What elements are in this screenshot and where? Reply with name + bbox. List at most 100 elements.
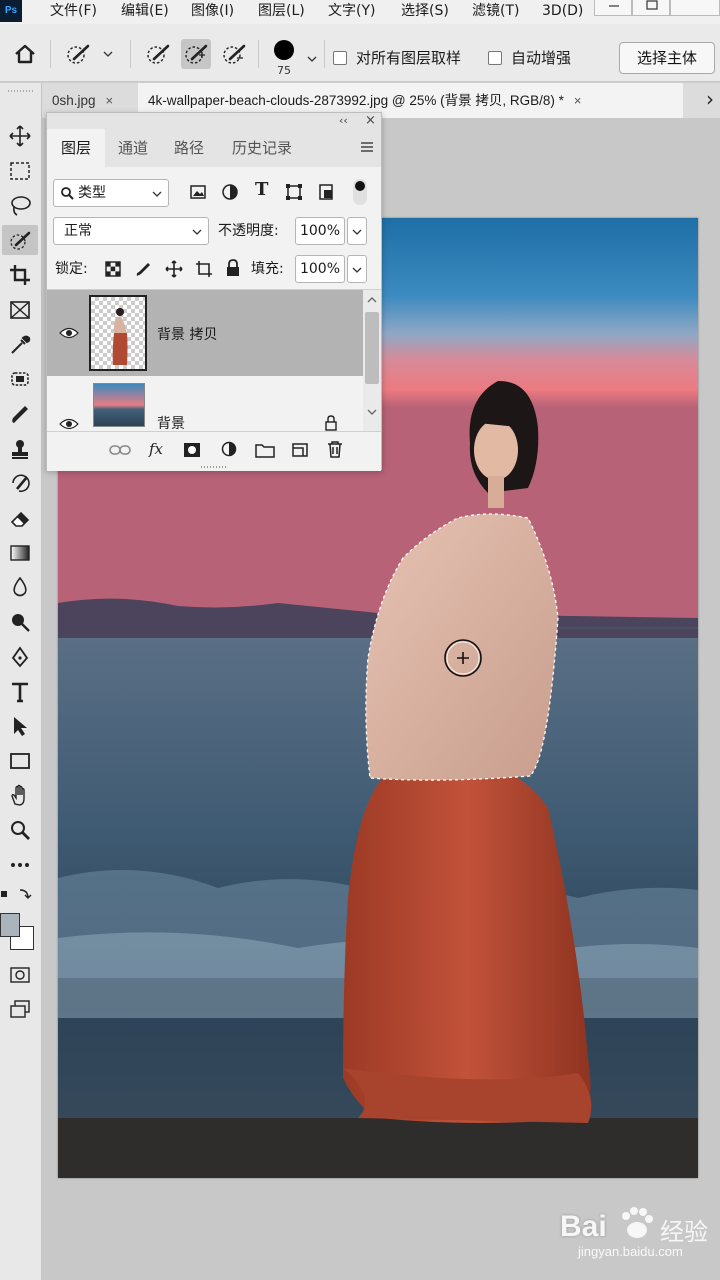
tool-preset-picker[interactable] (64, 39, 118, 69)
tab-paths[interactable]: 路径 (161, 129, 217, 167)
path-selection-tool[interactable] (2, 711, 38, 741)
clone-stamp-tool[interactable] (2, 434, 38, 464)
collapse-panel-icon[interactable]: ‹‹ (339, 113, 348, 129)
pen-tool[interactable] (2, 642, 38, 672)
move-tool[interactable] (2, 121, 38, 151)
menu-layer[interactable]: 图层(L) (258, 0, 305, 24)
new-adjustment-layer-icon[interactable] (221, 441, 239, 459)
zoom-tool[interactable] (2, 815, 38, 845)
type-layer-filter-icon[interactable]: T (255, 179, 268, 200)
history-brush-tool[interactable] (2, 468, 38, 498)
fx-layer-style-icon[interactable]: fx (149, 440, 163, 458)
menu-select[interactable]: 选择(S) (401, 0, 449, 24)
close-panel-icon[interactable]: × (365, 113, 376, 129)
layer-thumbnail (93, 383, 145, 427)
layer-filter-dropdown[interactable]: 类型 (53, 179, 169, 207)
frame-tool[interactable] (2, 295, 38, 325)
menu-image[interactable]: 图像(I) (191, 0, 234, 24)
fill-dropdown-button[interactable] (347, 255, 367, 283)
tab-channels[interactable]: 通道 (105, 129, 161, 167)
menu-type[interactable]: 文字(Y) (328, 0, 375, 24)
tools-panel (0, 83, 42, 1280)
lasso-icon (11, 196, 31, 216)
blend-mode-dropdown[interactable]: 正常 (53, 217, 209, 245)
bandage-icon (11, 372, 29, 386)
brush-tool[interactable] (2, 399, 38, 429)
lock-image-pixels-icon[interactable] (135, 261, 151, 277)
adjustment-layer-filter-icon[interactable] (221, 183, 239, 201)
search-icon (61, 187, 74, 200)
scroll-up-chevron-icon[interactable] (367, 296, 377, 304)
more-tools-button[interactable] (2, 850, 38, 880)
new-group-folder-icon[interactable] (255, 442, 275, 458)
layer-row-background[interactable]: 背景 (47, 377, 381, 431)
subtract-from-selection-mode[interactable] (219, 39, 249, 69)
close-icon[interactable]: × (106, 93, 114, 108)
tabs-overflow-chevron-icon[interactable]: › (706, 83, 720, 118)
auto-enhance-checkbox[interactable] (488, 51, 502, 65)
history-brush-icon (12, 474, 30, 493)
filter-toggle-switch[interactable] (353, 179, 367, 205)
type-tool[interactable] (2, 677, 38, 707)
gradient-tool[interactable] (2, 538, 38, 568)
screen-mode-button[interactable] (2, 994, 38, 1024)
eyedropper-tool[interactable] (2, 330, 38, 360)
lasso-tool[interactable] (2, 191, 38, 221)
crop-tool[interactable] (2, 260, 38, 290)
lock-transparent-pixels-icon[interactable] (105, 261, 121, 277)
marquee-tool[interactable] (2, 156, 38, 186)
layer-name[interactable]: 背景 (157, 413, 185, 431)
new-layer-icon[interactable] (291, 442, 309, 458)
close-icon[interactable]: × (574, 93, 582, 108)
menu-edit[interactable]: 编辑(E) (121, 0, 169, 24)
add-mask-icon[interactable] (183, 442, 201, 458)
lock-artboard-icon[interactable] (195, 260, 213, 278)
opacity-dropdown-button[interactable] (347, 217, 367, 245)
panel-menu-button[interactable] (359, 139, 375, 155)
tab-layers[interactable]: 图层 (47, 129, 105, 167)
shape-layer-filter-icon[interactable] (285, 183, 303, 201)
swap-colors-button[interactable] (0, 886, 36, 902)
delete-layer-trash-icon[interactable] (327, 440, 343, 458)
lock-position-icon[interactable] (165, 260, 183, 278)
link-layers-icon[interactable] (109, 442, 131, 458)
fill-input[interactable]: 100% (295, 255, 345, 283)
add-to-selection-mode[interactable] (181, 39, 211, 69)
menu-3d[interactable]: 3D(D) (542, 0, 583, 24)
layer-name[interactable]: 背景 拷贝 (157, 324, 217, 344)
eye-visibility-icon[interactable] (59, 417, 79, 431)
brush-size-picker[interactable]: 75 (270, 38, 320, 78)
close-window-button[interactable] (670, 0, 720, 16)
dodge-tool[interactable] (2, 607, 38, 637)
new-selection-icon (147, 44, 170, 64)
quick-mask-button[interactable] (2, 960, 38, 990)
hand-icon (11, 784, 25, 806)
foreground-color-swatch[interactable] (0, 913, 20, 937)
blur-tool[interactable] (2, 572, 38, 602)
eye-visibility-icon[interactable] (59, 326, 79, 340)
tab-history[interactable]: 历史记录 (217, 129, 307, 167)
healing-brush-tool[interactable] (2, 364, 38, 394)
home-button[interactable] (10, 39, 40, 69)
rectangle-tool[interactable] (2, 746, 38, 776)
hand-tool[interactable] (2, 780, 38, 810)
lock-all-icon[interactable] (225, 259, 241, 277)
smart-object-filter-icon[interactable] (317, 183, 335, 201)
opacity-input[interactable]: 100% (295, 217, 345, 245)
sample-all-layers-checkbox[interactable] (333, 51, 347, 65)
scrollbar-thumb[interactable] (365, 312, 379, 384)
quick-selection-tool[interactable] (2, 225, 38, 255)
panel-title-bar[interactable]: ‹‹ × (47, 113, 381, 129)
eraser-tool[interactable] (2, 503, 38, 533)
menu-file[interactable]: 文件(F) (50, 0, 97, 24)
new-selection-mode[interactable] (143, 39, 173, 69)
layer-list-scrollbar[interactable] (363, 290, 381, 431)
minimize-button[interactable] (594, 0, 632, 16)
menu-filter[interactable]: 滤镜(T) (472, 0, 519, 24)
scroll-down-chevron-icon[interactable] (367, 408, 377, 416)
select-subject-button[interactable]: 选择主体 (619, 42, 715, 74)
panel-resize-grip-icon[interactable] (201, 464, 227, 470)
maximize-button[interactable] (632, 0, 670, 16)
layer-row-background-copy[interactable]: 背景 拷贝 (47, 290, 381, 376)
pixel-layer-filter-icon[interactable] (189, 183, 207, 201)
